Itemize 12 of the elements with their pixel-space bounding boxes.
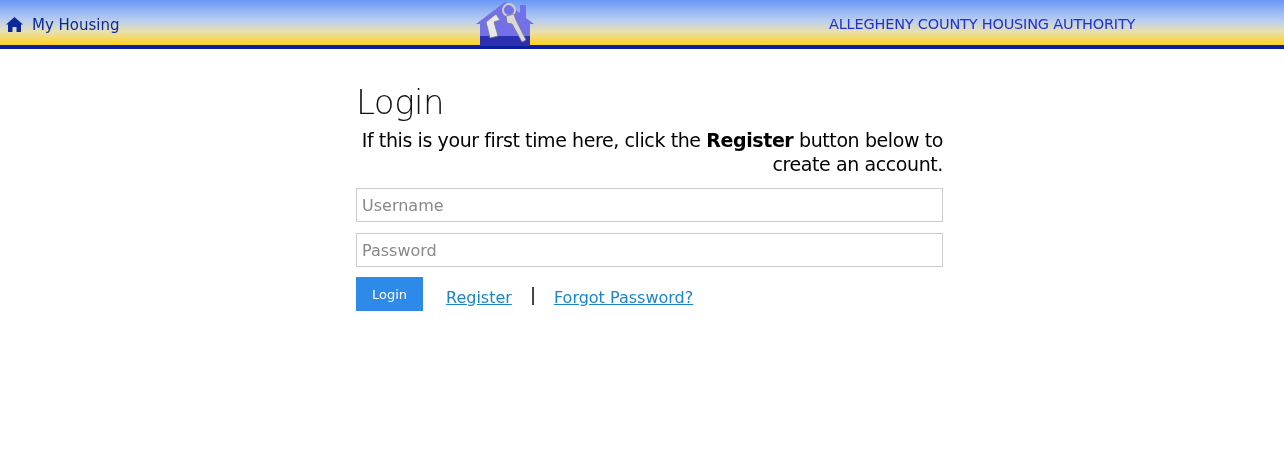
home-icon [6,17,23,32]
intro-text: If this is your first time here, click the Register button below to create an account. [360,128,943,176]
home-link[interactable]: My Housing [6,15,120,34]
forgot-password-link[interactable]: Forgot Password? [553,287,694,307]
password-field[interactable]: Password [356,233,943,267]
separator-text: | [529,283,536,305]
login-button[interactable]: Login [356,277,423,311]
username-field[interactable]: Username [356,188,943,222]
page-title: Login [356,82,446,122]
agency-name: ALLEGHENY COUNTY HOUSING AUTHORITY [829,16,1136,32]
register-link[interactable]: Register [446,287,512,307]
house-keys-logo [476,0,534,46]
